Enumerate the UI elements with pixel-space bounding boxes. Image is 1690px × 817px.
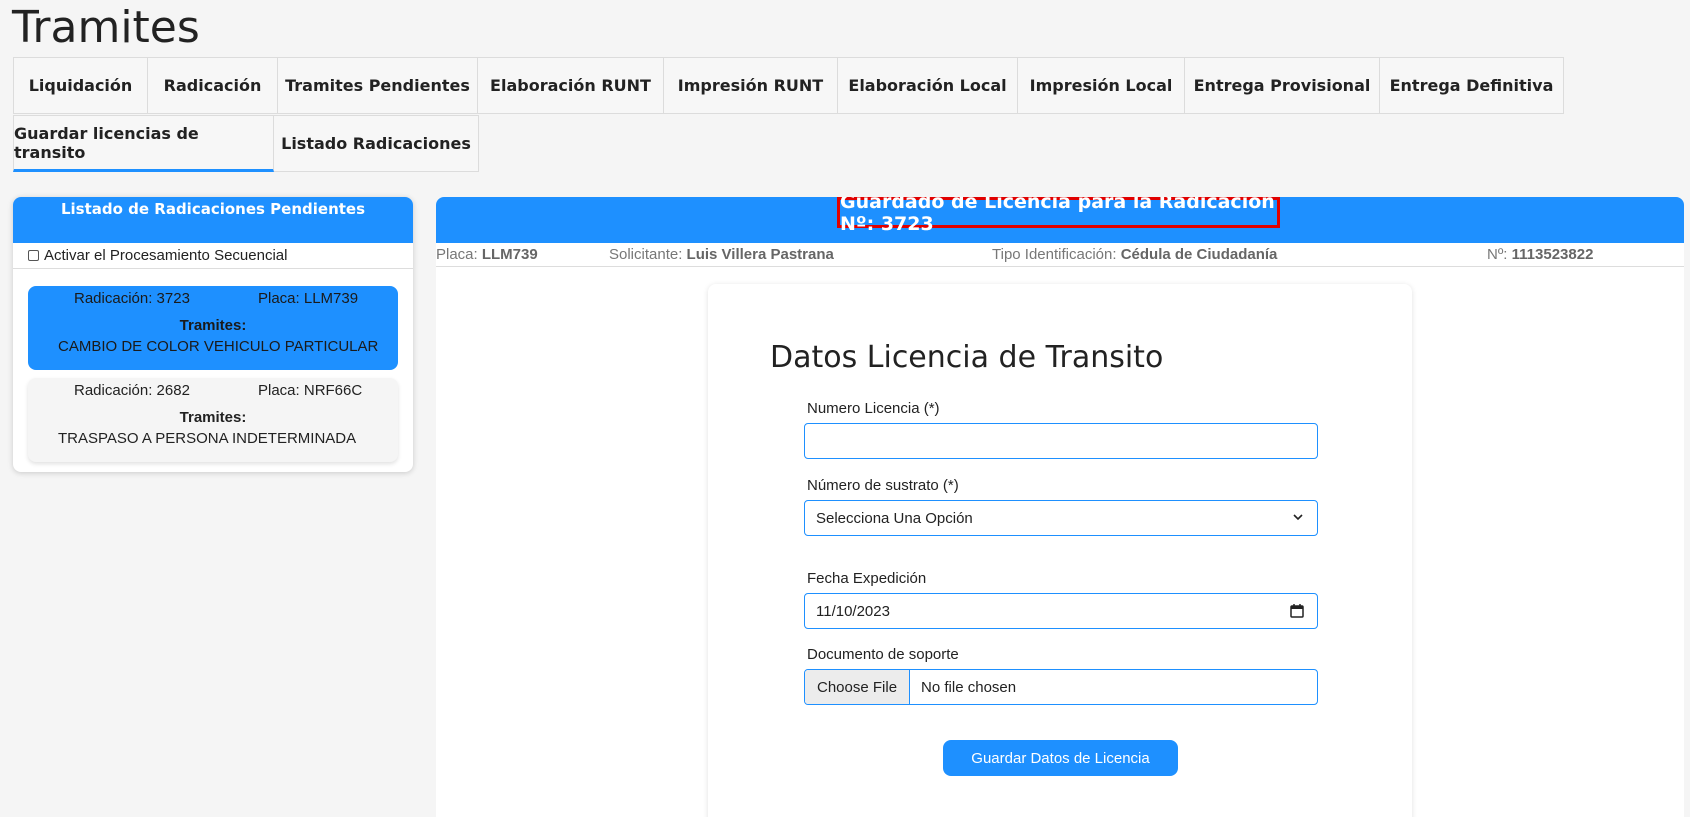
vehicle-info-row: Placa: LLM739 Solicitante: Luis Villera …: [436, 243, 1684, 267]
save-license-button[interactable]: Guardar Datos de Licencia: [943, 740, 1178, 776]
tab-guardar-licencias-de-transito[interactable]: Guardar licencias de transito: [13, 115, 274, 172]
tab-impresion-local[interactable]: Impresión Local: [1018, 57, 1185, 114]
tab-tramites-pendientes[interactable]: Tramites Pendientes: [278, 57, 478, 114]
tab-entrega-provisional[interactable]: Entrega Provisional: [1185, 57, 1380, 114]
pending-radications-header: Listado de Radicaciones Pendientes: [13, 197, 413, 243]
tab-liquidacion[interactable]: Liquidación: [13, 57, 148, 114]
license-panel: Guardado de Licencia para la Radicación …: [436, 197, 1684, 817]
tab-elaboracion-local[interactable]: Elaboración Local: [838, 57, 1018, 114]
tab-entrega-definitiva[interactable]: Entrega Definitiva: [1380, 57, 1564, 114]
pending-radications-panel: Listado de Radicaciones Pendientes Activ…: [13, 197, 413, 472]
form-title: Datos Licencia de Transito: [770, 340, 1164, 375]
radication-plate: Placa: NRF66C: [258, 382, 363, 399]
radication-card[interactable]: Radicación: 2682 Placa: NRF66C Tramites:…: [28, 378, 398, 462]
calendar-icon[interactable]: [1289, 603, 1305, 619]
license-number-input[interactable]: [804, 423, 1318, 459]
issue-date-label: Fecha Expedición: [807, 570, 927, 587]
id-type-label: Tipo Identificación:: [992, 246, 1121, 263]
license-form-card: Datos Licencia de Transito Numero Licenc…: [708, 284, 1412, 817]
tabs-row-1: Liquidación Radicación Tramites Pendientes…: [13, 57, 1565, 114]
license-number-label: Numero Licencia (*): [807, 400, 940, 417]
id-type-value: Cédula de Ciudadanía: [1120, 246, 1278, 263]
radication-tramites-label: Tramites:: [179, 409, 247, 426]
radication-tramite: CAMBIO DE COLOR VEHICULO PARTICULAR: [58, 338, 379, 355]
license-panel-title: Guardado de Licencia para la Radicación …: [837, 197, 1280, 235]
issue-date-input[interactable]: 11/10/2023: [804, 593, 1318, 629]
id-number-info: Nº: 1113523822: [1487, 246, 1593, 263]
tabs: Liquidación Radicación Tramites Pendientes…: [13, 57, 1565, 172]
sequential-processing-label: Activar el Procesamiento Secuencial: [44, 247, 288, 264]
radication-number: Radicación: 3723: [74, 290, 190, 307]
support-document-input[interactable]: Choose File No file chosen: [804, 669, 1318, 705]
page-title: Tramites: [12, 2, 200, 53]
applicant-info: Solicitante: Luis Villera Pastrana: [609, 246, 834, 263]
tab-radicacion[interactable]: Radicación: [148, 57, 278, 114]
id-number-label: Nº:: [1487, 246, 1512, 263]
tab-listado-radicaciones[interactable]: Listado Radicaciones: [274, 115, 479, 172]
support-document-label: Documento de soporte: [807, 646, 959, 663]
file-status-text: No file chosen: [921, 678, 1017, 696]
substrate-number-select[interactable]: Selecciona Una Opción: [804, 500, 1318, 536]
substrate-number-label: Número de sustrato (*): [807, 477, 959, 494]
tabs-row-2: Guardar licencias de transito Listado Rad…: [13, 115, 1565, 172]
chevron-down-icon: [1293, 514, 1303, 521]
tab-impresion-runt[interactable]: Impresión RUNT: [664, 57, 838, 114]
radication-card-selected[interactable]: Radicación: 3723 Placa: LLM739 Tramites:…: [28, 286, 398, 370]
applicant-label: Solicitante:: [609, 246, 687, 263]
plate-label: Placa:: [436, 246, 482, 263]
radication-tramites-label: Tramites:: [179, 317, 247, 334]
sequential-processing-checkbox[interactable]: [28, 250, 39, 261]
id-number-value: 1113523822: [1511, 246, 1594, 263]
radication-tramite: TRASPASO A PERSONA INDETERMINADA: [58, 430, 357, 447]
plate-value: LLM739: [481, 246, 538, 263]
id-type-info: Tipo Identificación: Cédula de Ciudadaní…: [992, 246, 1277, 263]
sequential-processing-row[interactable]: Activar el Procesamiento Secuencial: [13, 243, 413, 269]
plate-info: Placa: LLM739: [436, 246, 538, 263]
radication-plate: Placa: LLM739: [258, 290, 359, 307]
substrate-selected-value: Selecciona Una Opción: [816, 509, 973, 527]
issue-date-value: 11/10/2023: [816, 602, 890, 620]
tab-elaboracion-runt[interactable]: Elaboración RUNT: [478, 57, 664, 114]
license-panel-header: Guardado de Licencia para la Radicación …: [436, 197, 1684, 243]
applicant-value: Luis Villera Pastrana: [686, 246, 834, 263]
choose-file-button[interactable]: Choose File: [805, 670, 911, 704]
radication-number: Radicación: 2682: [74, 382, 190, 399]
